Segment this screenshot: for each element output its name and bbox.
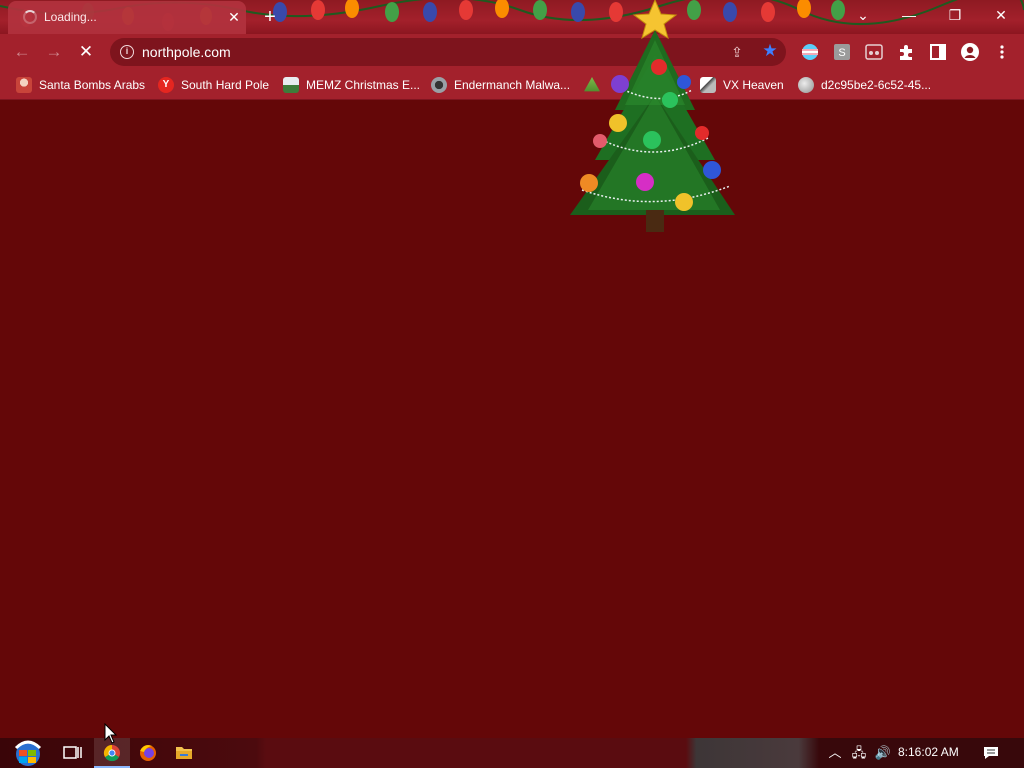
side-panel-icon[interactable] (928, 42, 948, 62)
bookmark-south-hard-pole[interactable]: Y South Hard Pole (158, 76, 269, 94)
page-content (0, 101, 1024, 738)
firefox-icon (140, 745, 156, 761)
santa-icon (16, 77, 32, 93)
tab-search-button[interactable]: ⌄ (840, 0, 886, 30)
start-button[interactable] (6, 738, 46, 768)
svg-text:S: S (838, 47, 845, 59)
tab-close-icon[interactable]: ✕ (226, 9, 242, 25)
bookmark-endermanch-malware[interactable]: Endermanch Malwa... (431, 76, 570, 94)
new-tab-button[interactable]: + (258, 6, 282, 30)
close-window-button[interactable]: ✕ (978, 0, 1024, 30)
bookmark-label: Endermanch Malwa... (454, 78, 571, 92)
mouse-cursor-icon (104, 723, 118, 744)
url-text[interactable]: northpole.com (142, 44, 231, 60)
stop-loading-button[interactable]: ✕ (74, 40, 98, 64)
extensions-puzzle-icon[interactable] (896, 42, 916, 62)
title-bar: Loading... ✕ + ⌄ — ❐ ✕ (0, 0, 1024, 34)
extension-flag-icon[interactable] (800, 42, 820, 62)
show-hidden-icons-button[interactable]: ︿ (826, 745, 844, 761)
enderman-icon (431, 77, 447, 93)
bookmark-uuid-page[interactable]: d2c95be2-6c52-45... (798, 76, 931, 94)
folder-icon (176, 747, 192, 759)
bookmark-label: MEMZ Christmas E... (306, 78, 421, 92)
task-view-icon (63, 746, 82, 759)
back-button[interactable]: ← (10, 40, 34, 64)
memz-icon (283, 77, 299, 93)
extension-s-icon[interactable]: S (832, 42, 852, 62)
loading-spinner-icon (23, 10, 37, 24)
network-icon[interactable]: 🖧 (850, 745, 868, 761)
bookmark-santa-bombs-arabs[interactable]: Santa Bombs Arabs (16, 76, 145, 94)
taskbar-firefox[interactable] (130, 738, 166, 768)
bookmark-label: Santa Bombs Arabs (39, 78, 146, 92)
tab-title: Loading... (44, 10, 97, 24)
extension-eyes-icon[interactable] (864, 42, 884, 62)
bookmark-star-icon[interactable]: ★ (760, 41, 780, 61)
globe-icon (798, 77, 814, 93)
minimize-button[interactable]: — (886, 0, 932, 30)
bookmark-label: South Hard Pole (181, 78, 270, 92)
christmas-tree-overlay (570, 0, 735, 232)
task-view-button[interactable] (54, 738, 90, 768)
taskbar-file-explorer[interactable] (166, 738, 202, 768)
volume-icon[interactable]: 🔊 (874, 745, 892, 761)
bookmarks-bar: Santa Bombs Arabs Y South Hard Pole MEMZ… (0, 70, 1024, 100)
menu-kebab-icon[interactable] (994, 42, 1010, 62)
taskbar: ︿ 🖧 🔊 8:16:02 AM (0, 738, 1024, 768)
site-info-icon[interactable]: i (120, 45, 134, 59)
restore-button[interactable]: ❐ (932, 0, 978, 30)
bookmark-label: d2c95be2-6c52-45... (821, 78, 932, 92)
taskbar-clock[interactable]: 8:16:02 AM (898, 745, 959, 759)
active-tab[interactable]: Loading... ✕ (8, 1, 246, 34)
bookmark-memz-christmas[interactable]: MEMZ Christmas E... (283, 76, 420, 94)
browser-toolbar: ← → ✕ i northpole.com ⇪ ★ S (0, 34, 1024, 70)
profile-avatar-icon[interactable] (960, 42, 980, 62)
yandex-icon: Y (158, 77, 174, 93)
forward-button[interactable]: → (42, 40, 66, 64)
notifications-icon[interactable] (982, 745, 1000, 761)
